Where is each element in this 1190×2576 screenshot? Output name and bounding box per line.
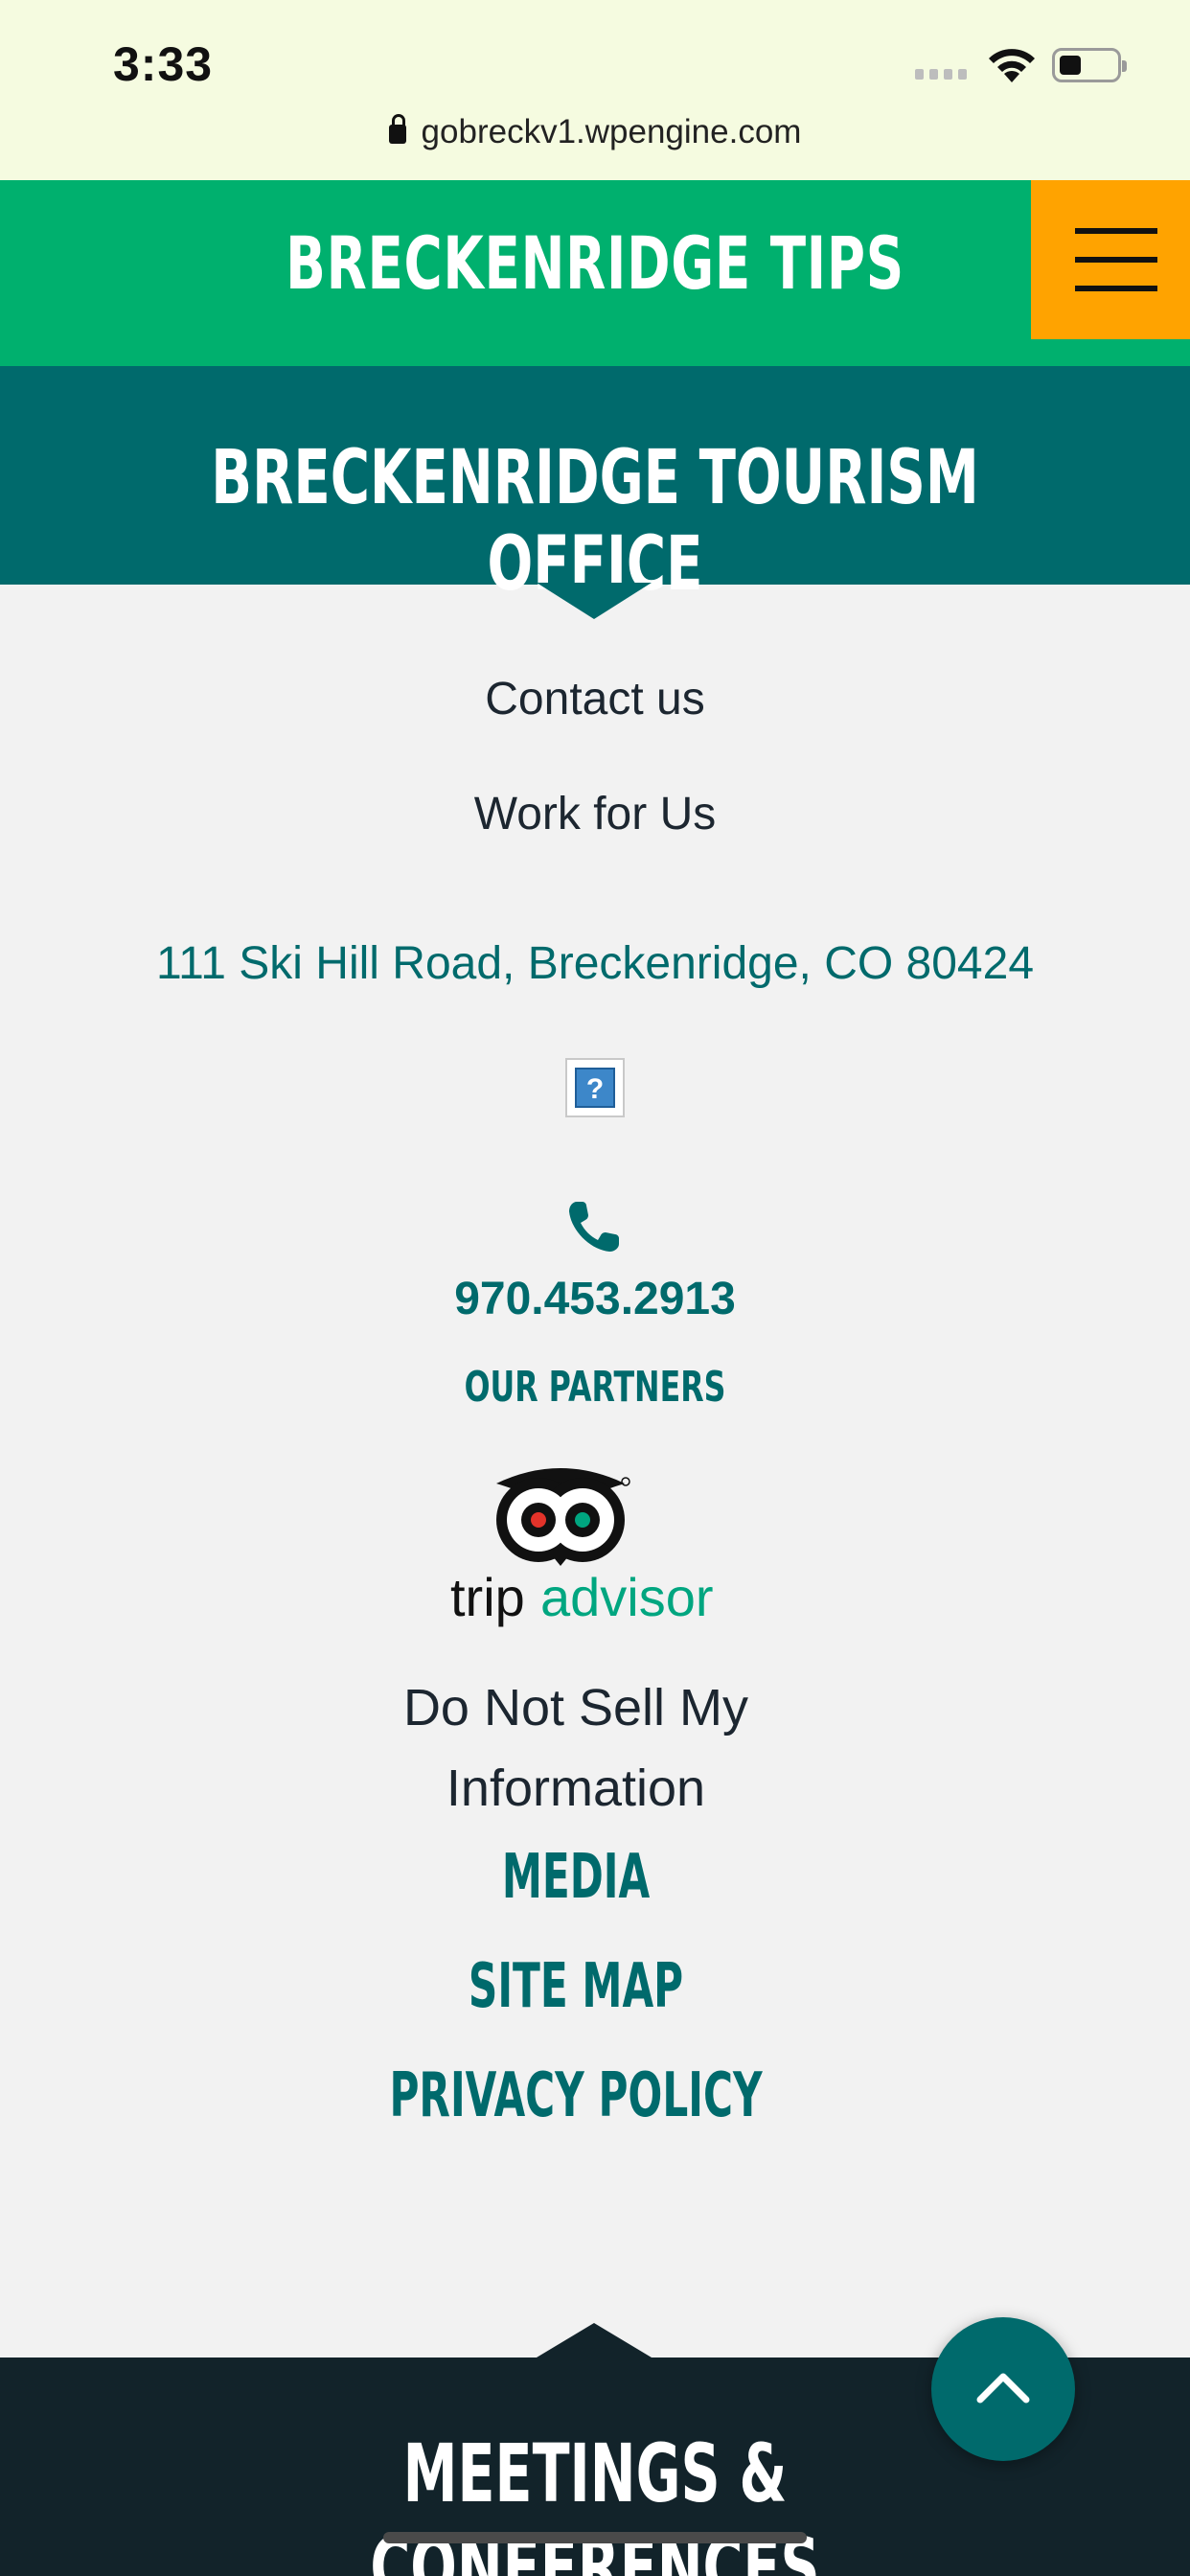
broken-image-icon: ?: [565, 1058, 625, 1117]
status-bar: 3:33 gobreckv1.wpengine.com: [0, 0, 1190, 180]
privacy-policy-link[interactable]: PRIVACY POLICY: [183, 2060, 969, 2131]
meetings-notch: [537, 2323, 652, 2358]
partners-heading: OUR PARTNERS: [464, 1363, 726, 1412]
chevron-up-icon: [976, 2373, 1030, 2404]
hamburger-menu-icon: [1075, 228, 1157, 234]
lock-icon: [388, 114, 406, 144]
url-text: gobreckv1.wpengine.com: [421, 113, 802, 150]
battery-icon: [1052, 48, 1127, 82]
site-title[interactable]: BRECKENRIDGE TIPS: [167, 220, 1023, 306]
office-band: BRECKENRIDGE TOURISM OFFICE: [0, 366, 1190, 608]
back-to-top-button[interactable]: [931, 2317, 1075, 2461]
band-notch: [537, 583, 652, 619]
do-not-sell-line-1: Do Not Sell My: [402, 1679, 749, 1736]
home-indicator: [383, 2532, 807, 2543]
menu-button[interactable]: [1031, 180, 1190, 339]
do-not-sell-line-2: Information: [446, 1760, 706, 1817]
tripadvisor-logo-advisor: advisor: [540, 1567, 714, 1627]
address-link[interactable]: 111 Ski Hill Road, Breckenridge, CO 8042…: [0, 937, 1190, 990]
meetings-title[interactable]: MEETINGS & CONFERENCES: [191, 2426, 1000, 2576]
signal-icon: [915, 69, 967, 80]
tripadvisor-logo-trip: trip: [450, 1567, 525, 1627]
site-header: BRECKENRIDGE TIPS: [0, 180, 1190, 366]
address-bar[interactable]: gobreckv1.wpengine.com: [0, 113, 1190, 151]
site-map-link[interactable]: SITE MAP: [183, 1951, 969, 2022]
wifi-icon: [989, 49, 1035, 82]
phone-number-link[interactable]: 970.453.2913: [0, 1273, 1190, 1325]
phone-icon[interactable]: [563, 1196, 625, 1257]
tripadvisor-logo[interactable]: trip advisor: [450, 1457, 728, 1629]
do-not-sell-link[interactable]: Do Not Sell My Information: [0, 1668, 1171, 1828]
work-for-us-link[interactable]: Work for Us: [0, 788, 1190, 840]
contact-us-link[interactable]: Contact us: [0, 673, 1190, 725]
media-link[interactable]: MEDIA: [183, 1842, 969, 1913]
status-time: 3:33: [113, 37, 214, 91]
office-title: BRECKENRIDGE TOURISM OFFICE: [211, 435, 979, 608]
